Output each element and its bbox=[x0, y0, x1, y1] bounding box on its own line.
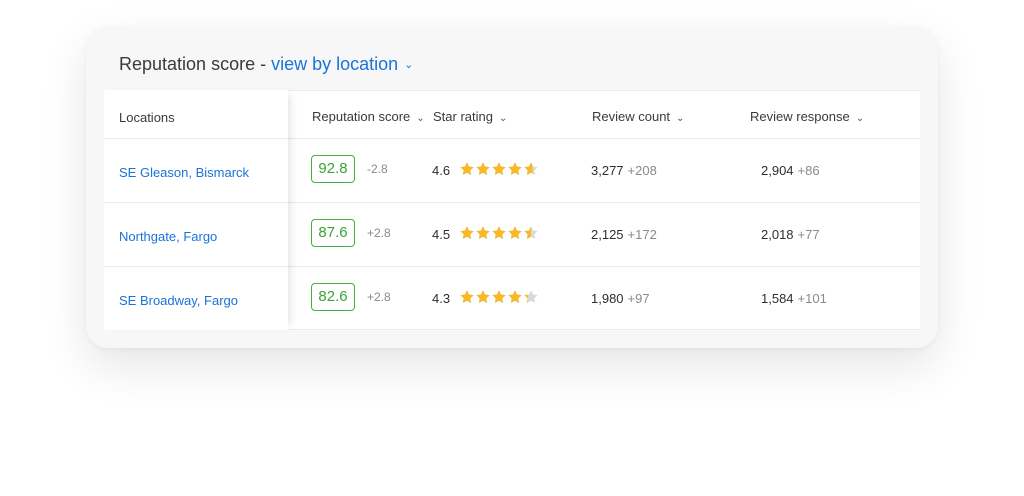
reputation-score-header-label: Reputation score bbox=[312, 109, 411, 124]
star-rating-header[interactable]: Star rating ⌄ bbox=[433, 109, 507, 124]
review-response-number: 1,584 bbox=[761, 291, 794, 306]
review-count-value: 2,125 +172 bbox=[591, 227, 657, 242]
review-response-header[interactable]: Review response ⌄ bbox=[750, 109, 864, 124]
review-response-value: 2,018 +77 bbox=[761, 227, 820, 242]
review-response-header-label: Review response bbox=[750, 109, 850, 124]
review-response-delta: +86 bbox=[797, 163, 820, 178]
score-delta: +2.8 bbox=[367, 290, 391, 304]
review-response-value: 1,584 +101 bbox=[761, 291, 827, 306]
star-icon bbox=[460, 162, 474, 175]
row-divider bbox=[104, 202, 288, 203]
view-by-location-label: view by location bbox=[271, 54, 399, 74]
star-rating-stars bbox=[459, 225, 539, 241]
locations-header: Locations bbox=[119, 110, 175, 125]
review-count-delta: +208 bbox=[627, 163, 657, 178]
review-response-number: 2,904 bbox=[761, 163, 794, 178]
review-count-delta: +172 bbox=[627, 227, 657, 242]
location-link[interactable]: SE Gleason, Bismarck bbox=[119, 165, 249, 180]
star-rating-value: 4.3 bbox=[432, 291, 451, 306]
star-icon bbox=[492, 162, 506, 175]
reputation-score-badge: 92.8 bbox=[311, 155, 355, 183]
star-icon bbox=[524, 162, 538, 175]
title-prefix: Reputation score - bbox=[119, 54, 272, 74]
review-count-value: 1,980 +97 bbox=[591, 291, 650, 306]
star-rating-stars bbox=[459, 289, 539, 305]
chevron-down-icon: ⌄ bbox=[855, 113, 865, 124]
star-rating-header-label: Star rating bbox=[433, 109, 493, 124]
review-count-header[interactable]: Review count ⌄ bbox=[592, 109, 684, 124]
view-by-location-dropdown[interactable]: view by location ⌄ bbox=[271, 54, 413, 74]
review-count-delta: +97 bbox=[627, 291, 650, 306]
chevron-down-icon: ⌄ bbox=[404, 59, 414, 71]
review-response-number: 2,018 bbox=[761, 227, 794, 242]
review-count-header-label: Review count bbox=[592, 109, 671, 124]
star-icon bbox=[492, 290, 506, 303]
reputation-score-badge: 87.6 bbox=[311, 219, 355, 247]
location-link[interactable]: SE Broadway, Fargo bbox=[119, 293, 238, 308]
locations-table: Locations SE Gleason, Bismarck Northgate… bbox=[104, 90, 920, 330]
star-icon bbox=[476, 162, 490, 175]
score-delta: -2.8 bbox=[367, 162, 388, 176]
star-icon bbox=[508, 226, 522, 239]
chevron-down-icon: ⌄ bbox=[498, 113, 508, 124]
review-count-number: 1,980 bbox=[591, 291, 624, 306]
card-title: Reputation score - view by location ⌄ bbox=[119, 54, 413, 75]
locations-column: Locations SE Gleason, Bismarck Northgate… bbox=[104, 90, 288, 330]
star-rating-stars bbox=[459, 161, 539, 177]
review-count-number: 3,277 bbox=[591, 163, 624, 178]
star-icon bbox=[460, 290, 474, 303]
star-rating-value: 4.5 bbox=[432, 227, 451, 242]
location-link[interactable]: Northgate, Fargo bbox=[119, 229, 217, 244]
review-count-value: 3,277 +208 bbox=[591, 163, 657, 178]
reputation-score-header[interactable]: Reputation score ⌄ bbox=[312, 109, 425, 124]
star-rating-value: 4.6 bbox=[432, 163, 451, 178]
score-delta: +2.8 bbox=[367, 226, 391, 240]
review-response-delta: +77 bbox=[797, 227, 820, 242]
star-icon bbox=[460, 226, 474, 239]
header-divider bbox=[104, 138, 288, 139]
star-icon bbox=[492, 226, 506, 239]
star-icon bbox=[476, 226, 490, 239]
row-divider bbox=[104, 266, 288, 267]
star-icon bbox=[524, 226, 538, 239]
star-icon bbox=[524, 290, 538, 303]
star-icon bbox=[508, 290, 522, 303]
chevron-down-icon: ⌄ bbox=[416, 113, 425, 124]
review-response-delta: +101 bbox=[797, 291, 827, 306]
star-icon bbox=[508, 162, 522, 175]
reputation-score-badge: 82.6 bbox=[311, 283, 355, 311]
review-count-number: 2,125 bbox=[591, 227, 624, 242]
star-icon bbox=[476, 290, 490, 303]
chevron-down-icon: ⌄ bbox=[676, 113, 685, 124]
reputation-card: Reputation score - view by location ⌄ Loc… bbox=[86, 26, 938, 348]
review-response-value: 2,904 +86 bbox=[761, 163, 820, 178]
